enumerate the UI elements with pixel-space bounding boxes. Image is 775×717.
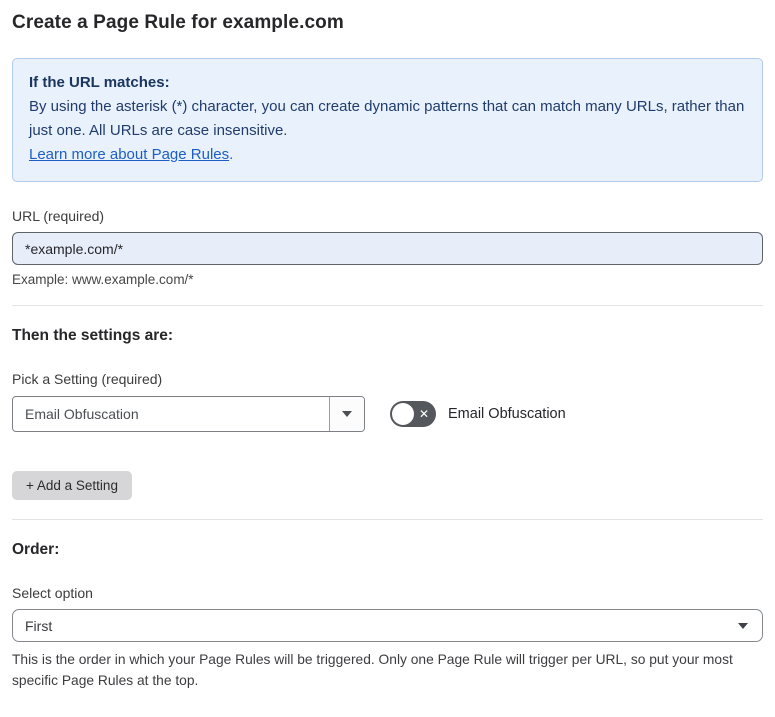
email-obfuscation-toggle-group: ✕ Email Obfuscation [390, 401, 566, 427]
toggle-off-x-icon: ✕ [418, 406, 429, 421]
toggle-label: Email Obfuscation [448, 406, 566, 422]
setting-row: Email Obfuscation ✕ Email Obfuscation [12, 396, 763, 432]
order-help-text: This is the order in which your Page Rul… [12, 652, 733, 688]
link-suffix: . [229, 146, 234, 163]
setting-select-value: Email Obfuscation [25, 406, 139, 422]
create-page-rule-form: Create a Page Rule for example.com If th… [0, 0, 775, 717]
divider [12, 305, 763, 306]
email-obfuscation-toggle[interactable]: ✕ [390, 401, 436, 427]
url-input[interactable] [12, 232, 763, 265]
url-example-text: Example: www.example.com/* [12, 272, 194, 287]
info-box-heading: If the URL matches: [29, 74, 170, 91]
setting-picker-label: Pick a Setting (required) [12, 371, 163, 387]
chevron-down-icon [342, 411, 352, 417]
settings-section-heading: Then the settings are: [12, 327, 174, 344]
info-box-body: By using the asterisk (*) character, you… [29, 98, 745, 139]
url-match-info-box: If the URL matches: By using the asteris… [12, 58, 763, 182]
order-select-value: First [25, 617, 53, 634]
order-section-heading: Order: [12, 541, 60, 558]
order-select-dropdown[interactable]: First [12, 609, 763, 642]
info-box-link-line: Learn more about Page Rules. [29, 143, 746, 167]
chevron-down-icon [738, 622, 748, 629]
order-select-label: Select option [12, 585, 93, 601]
setting-select-dropdown[interactable]: Email Obfuscation [12, 396, 365, 432]
setting-select-arrow-button[interactable] [329, 397, 364, 431]
learn-more-link[interactable]: Learn more about Page Rules [29, 146, 229, 163]
page-title: Create a Page Rule for example.com [12, 12, 344, 33]
add-setting-button[interactable]: + Add a Setting [12, 471, 132, 500]
toggle-knob [392, 403, 414, 425]
url-field-label: URL (required) [12, 208, 105, 224]
divider [12, 519, 763, 520]
